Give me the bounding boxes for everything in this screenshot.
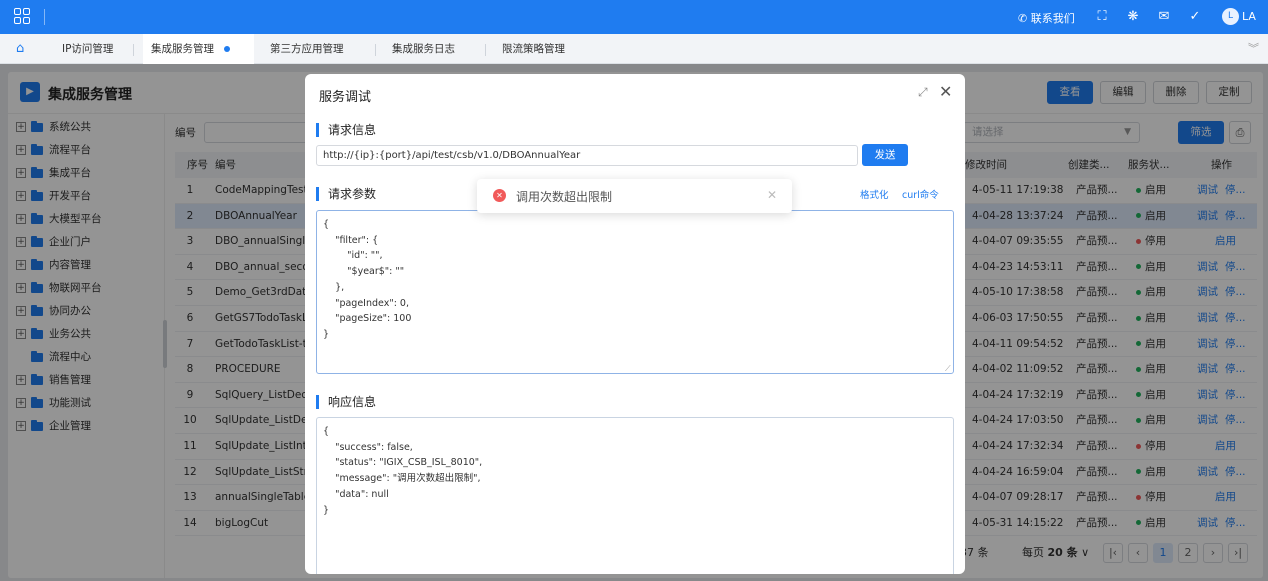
tab-divider [133,44,134,56]
dialog-title: 服务调试 [319,90,372,105]
fullscreen-icon[interactable]: ⛶ [1094,9,1110,25]
url-input[interactable]: http://{ip}:{port}/api/test/csb/v1.0/DBO… [316,145,858,166]
tab-ip-access[interactable]: IP访问管理 [54,34,121,64]
send-button[interactable]: 发送 [862,144,908,166]
service-debug-dialog: 服务调试 ⤢ ✕ 请求信息 http://{ip}:{port}/api/tes… [305,74,965,574]
format-link[interactable]: 格式化 [860,187,889,201]
tab-divider [485,44,486,56]
error-toast: ✕ 调用次数超出限制 ✕ [477,179,792,213]
error-icon: ✕ [493,189,506,202]
tab-rate-limit[interactable]: 限流策略管理 [494,34,573,64]
skin-icon[interactable]: ❋ [1125,9,1141,25]
divider [44,9,45,25]
check-circle-icon[interactable]: ✓ [1187,9,1203,25]
tab-bar: ⌂ IP访问管理 集成服务管理 第三方应用管理 集成服务日志 限流策略管理 ︾ [0,34,1268,64]
chevron-down-icon[interactable]: ︾ [1248,40,1259,56]
contact-us-link[interactable]: ✆ 联系我们 [1018,10,1075,26]
apps-grid-icon[interactable] [14,8,30,24]
phone-icon: ✆ [1018,12,1028,25]
active-tab-dot [224,46,230,52]
tab-label: 集成服务管理 [151,43,214,55]
curl-command-link[interactable]: curl命令 [902,187,939,201]
request-info-title: 请求信息 [316,123,376,137]
response-body-viewer: { "success": false, "status": "IGIX_CSB_… [316,417,954,574]
tab-label: IP访问管理 [62,43,114,55]
top-bar: ✆ 联系我们 ⛶ ❋ ✉ ✓ L LA [0,0,1268,34]
tab-divider [375,44,376,56]
tab-label: 第三方应用管理 [270,43,344,55]
contact-us-label: 联系我们 [1030,12,1075,25]
tab-integration-service[interactable]: 集成服务管理 [143,34,254,64]
avatar[interactable]: L [1222,8,1239,25]
tab-label: 集成服务日志 [392,43,455,55]
resize-handle-icon[interactable]: ⟋ [945,365,953,373]
close-icon[interactable]: ✕ [767,188,777,202]
toast-message: 调用次数超出限制 [516,190,613,204]
tab-label: 限流策略管理 [502,43,565,55]
close-icon[interactable]: ✕ [939,82,952,101]
home-icon[interactable]: ⌂ [16,42,30,56]
user-name[interactable]: LA [1242,10,1256,23]
tab-service-log[interactable]: 集成服务日志 [384,34,463,64]
request-body-editor[interactable]: { "filter": { "id": "", "$year$": "" }, … [316,210,954,374]
tab-third-party-app[interactable]: 第三方应用管理 [262,34,352,64]
response-info-title: 响应信息 [316,395,376,409]
request-params-title: 请求参数 [316,187,376,201]
expand-icon[interactable]: ⤢ [918,85,928,100]
mail-icon[interactable]: ✉ [1156,9,1172,25]
